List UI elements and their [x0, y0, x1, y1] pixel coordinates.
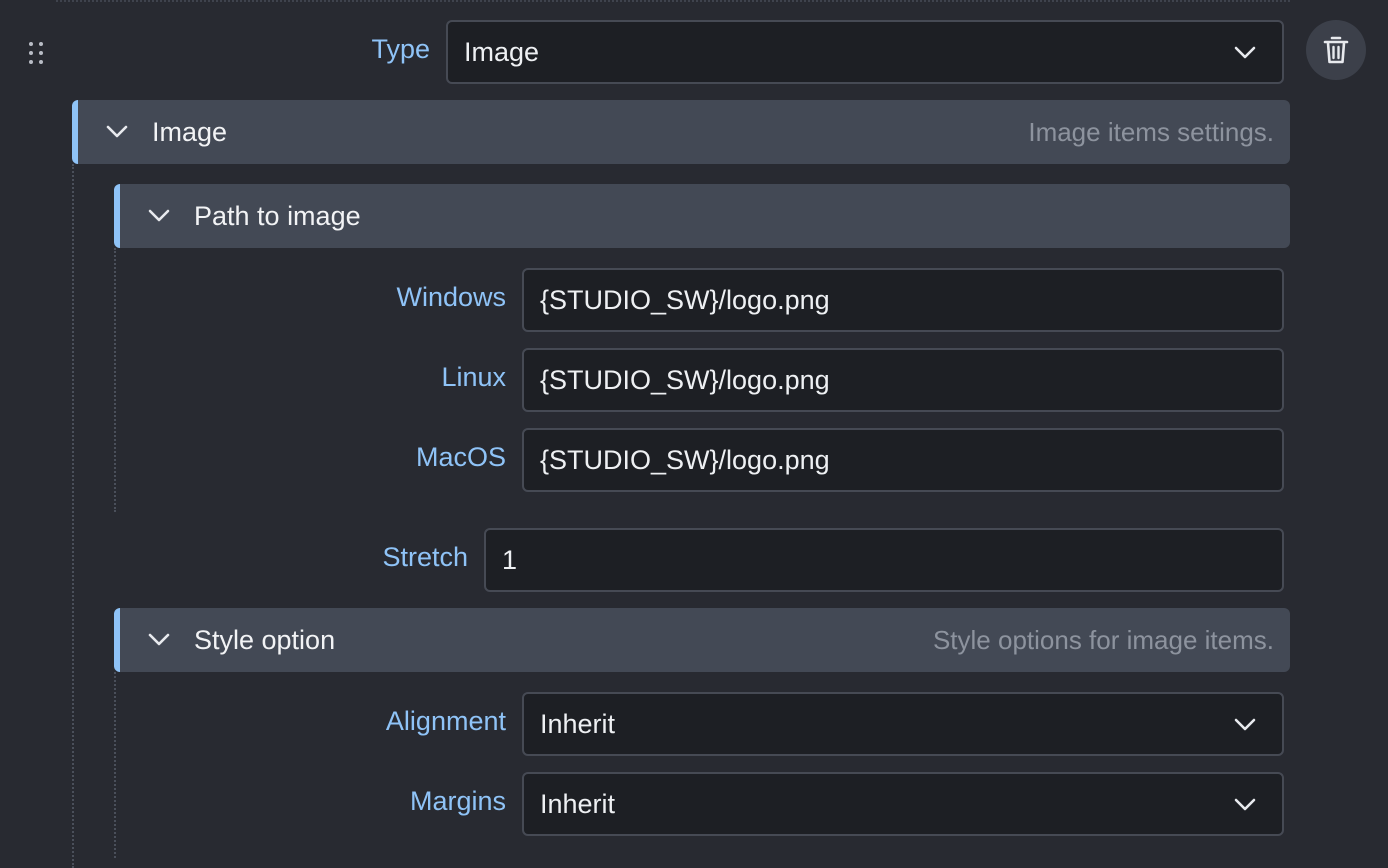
chevron-down-icon — [148, 209, 170, 222]
delete-button[interactable] — [1306, 20, 1366, 80]
path-section-header[interactable]: Path to image — [114, 184, 1290, 248]
path-section-title: Path to image — [194, 200, 361, 231]
type-select-value: Image — [464, 36, 540, 67]
margins-select[interactable]: Inherit — [522, 772, 1284, 836]
drag-handle-icon[interactable] — [26, 41, 46, 65]
image-section-title: Image — [152, 116, 228, 147]
image-section-guide — [72, 164, 74, 868]
path-section-guide — [114, 248, 116, 512]
macos-label: MacOS — [415, 442, 506, 472]
chevron-down-icon — [1234, 46, 1256, 59]
trash-icon — [1323, 36, 1349, 64]
image-section-description: Image items settings. — [1028, 116, 1274, 147]
style-section-header[interactable]: Style option Style options for image ite… — [114, 608, 1290, 672]
linux-path-input[interactable] — [522, 348, 1284, 412]
alignment-label: Alignment — [385, 706, 506, 736]
stretch-input[interactable] — [484, 528, 1284, 592]
windows-path-input[interactable] — [522, 268, 1284, 332]
margins-label: Margins — [409, 786, 506, 816]
type-select[interactable]: Image — [446, 20, 1284, 84]
margins-select-value: Inherit — [540, 788, 616, 819]
top-divider — [56, 0, 1290, 2]
chevron-down-icon — [1234, 718, 1256, 731]
style-section-description: Style options for image items. — [932, 624, 1274, 655]
alignment-select-value: Inherit — [540, 708, 616, 739]
style-section-title: Style option — [194, 624, 336, 655]
type-label: Type — [371, 34, 430, 64]
alignment-select[interactable]: Inherit — [522, 692, 1284, 756]
style-section-guide — [114, 672, 116, 858]
windows-label: Windows — [396, 282, 506, 312]
macos-path-input[interactable] — [522, 428, 1284, 492]
chevron-down-icon — [1234, 798, 1256, 811]
stretch-label: Stretch — [382, 542, 468, 572]
image-section-header[interactable]: Image Image items settings. — [72, 100, 1290, 164]
chevron-down-icon — [106, 125, 128, 138]
chevron-down-icon — [148, 633, 170, 646]
linux-label: Linux — [441, 362, 506, 392]
